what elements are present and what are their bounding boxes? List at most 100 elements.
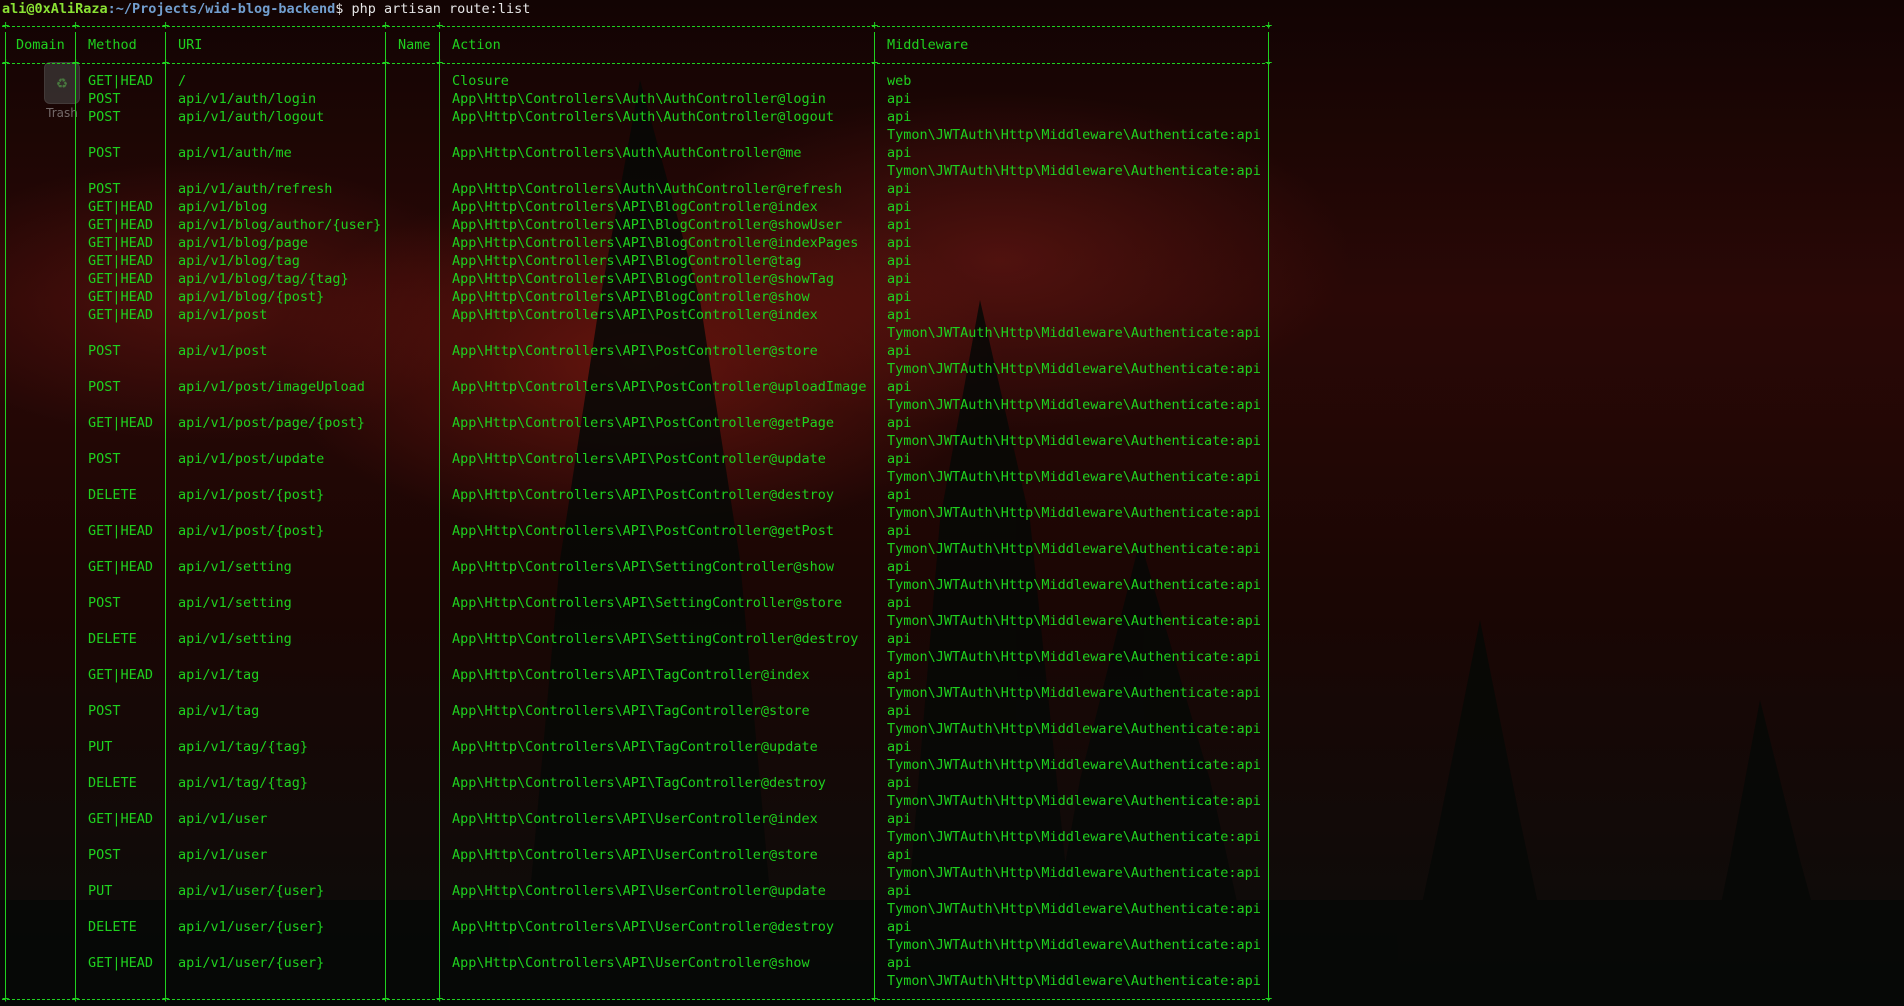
middleware-cell: api <box>887 559 912 575</box>
column-separator <box>1268 32 1269 997</box>
middleware-cell: api <box>887 271 912 287</box>
middleware-cell: api <box>887 91 912 107</box>
prompt-path: :~/Projects/wid-blog-backend <box>107 1 336 17</box>
action-cell: App\Http\Controllers\API\PostController@… <box>452 343 818 359</box>
method-cell: GET|HEAD <box>88 73 154 89</box>
action-cell: App\Http\Controllers\API\UserController@… <box>452 919 835 935</box>
middleware-cell: Tymon\JWTAuth\Http\Middleware\Authentica… <box>887 469 1261 485</box>
middleware-cell: Tymon\JWTAuth\Http\Middleware\Authentica… <box>887 685 1261 701</box>
action-cell: App\Http\Controllers\API\BlogController@… <box>452 289 810 305</box>
prompt-command: php artisan route:list <box>351 1 531 17</box>
method-cell: POST <box>88 451 121 467</box>
column-separator <box>439 32 440 997</box>
middleware-cell: Tymon\JWTAuth\Http\Middleware\Authentica… <box>887 613 1261 629</box>
action-cell: App\Http\Controllers\API\PostController@… <box>452 415 835 431</box>
action-cell: App\Http\Controllers\API\BlogController@… <box>452 253 802 269</box>
method-cell: POST <box>88 595 121 611</box>
uri-cell: api/v1/tag/{tag} <box>178 739 309 755</box>
uri-cell: api/v1/tag <box>178 703 260 719</box>
column-header-middleware: Middleware <box>887 37 969 53</box>
middleware-cell: api <box>887 523 912 539</box>
middleware-cell: api <box>887 217 912 233</box>
uri-cell: api/v1/setting <box>178 595 292 611</box>
uri-cell: api/v1/post/{post} <box>178 523 325 539</box>
uri-cell: api/v1/blog <box>178 199 268 215</box>
middleware-cell: api <box>887 667 912 683</box>
column-separator <box>874 32 875 997</box>
action-cell: App\Http\Controllers\API\SettingControll… <box>452 631 859 647</box>
table-header-border: + + + + + + + <box>2 55 1272 69</box>
uri-cell: api/v1/blog/tag <box>178 253 300 269</box>
middleware-cell: Tymon\JWTAuth\Http\Middleware\Authentica… <box>887 901 1261 917</box>
action-cell: App\Http\Controllers\Auth\AuthController… <box>452 109 835 125</box>
middleware-cell: api <box>887 289 912 305</box>
middleware-cell: api <box>887 739 912 755</box>
uri-cell: api/v1/blog/author/{user} <box>178 217 382 233</box>
middleware-cell: Tymon\JWTAuth\Http\Middleware\Authentica… <box>887 649 1261 665</box>
uri-cell: api/v1/blog/tag/{tag} <box>178 271 349 287</box>
shell-prompt: ali@0xAliRaza:~/Projects/wid-blog-backen… <box>2 0 530 18</box>
uri-cell: api/v1/setting <box>178 631 292 647</box>
action-cell: App\Http\Controllers\Auth\AuthController… <box>452 145 802 161</box>
action-cell: App\Http\Controllers\API\TagController@u… <box>452 739 818 755</box>
action-cell: App\Http\Controllers\API\PostController@… <box>452 451 826 467</box>
middleware-cell: Tymon\JWTAuth\Http\Middleware\Authentica… <box>887 325 1261 341</box>
method-cell: DELETE <box>88 487 137 503</box>
middleware-cell: api <box>887 415 912 431</box>
middleware-cell: api <box>887 631 912 647</box>
method-cell: POST <box>88 109 121 125</box>
method-cell: POST <box>88 181 121 197</box>
middleware-cell: api <box>887 235 912 251</box>
column-header-method: Method <box>88 37 137 53</box>
method-cell: GET|HEAD <box>88 199 154 215</box>
uri-cell: api/v1/user <box>178 847 268 863</box>
method-cell: PUT <box>88 883 113 899</box>
middleware-cell: web <box>887 73 912 89</box>
middleware-cell: Tymon\JWTAuth\Http\Middleware\Authentica… <box>887 127 1261 143</box>
border-corner: + <box>2 18 10 32</box>
uri-cell: api/v1/user/{user} <box>178 883 325 899</box>
method-cell: GET|HEAD <box>88 217 154 233</box>
column-separator <box>385 32 386 997</box>
action-cell: App\Http\Controllers\API\UserController@… <box>452 847 818 863</box>
method-cell: POST <box>88 343 121 359</box>
uri-cell: api/v1/post <box>178 343 268 359</box>
column-header-uri: URI <box>178 37 203 53</box>
prompt-symbol: $ <box>335 1 352 17</box>
uri-cell: api/v1/auth/refresh <box>178 181 333 197</box>
action-cell: App\Http\Controllers\API\UserController@… <box>452 883 826 899</box>
border-corner: + <box>871 18 879 32</box>
middleware-cell: api <box>887 343 912 359</box>
border-corner: + <box>162 18 170 32</box>
column-header-domain: Domain <box>16 37 65 53</box>
middleware-cell: api <box>887 451 912 467</box>
method-cell: GET|HEAD <box>88 307 154 323</box>
action-cell: App\Http\Controllers\API\BlogController@… <box>452 199 818 215</box>
table-top-border: + + + + + + + <box>2 18 1272 32</box>
uri-cell: api/v1/auth/me <box>178 145 292 161</box>
middleware-cell: api <box>887 775 912 791</box>
column-separator <box>5 32 6 997</box>
middleware-cell: api <box>887 307 912 323</box>
method-cell: GET|HEAD <box>88 559 154 575</box>
uri-cell: api/v1/post/update <box>178 451 325 467</box>
uri-cell: api/v1/user/{user} <box>178 955 325 971</box>
method-cell: GET|HEAD <box>88 523 154 539</box>
uri-cell: api/v1/tag <box>178 667 260 683</box>
method-cell: DELETE <box>88 919 137 935</box>
middleware-cell: Tymon\JWTAuth\Http\Middleware\Authentica… <box>887 721 1261 737</box>
uri-cell: api/v1/post <box>178 307 268 323</box>
middleware-cell: Tymon\JWTAuth\Http\Middleware\Authentica… <box>887 577 1261 593</box>
method-cell: DELETE <box>88 631 137 647</box>
action-cell: App\Http\Controllers\Auth\AuthController… <box>452 91 826 107</box>
middleware-cell: Tymon\JWTAuth\Http\Middleware\Authentica… <box>887 973 1261 989</box>
method-cell: GET|HEAD <box>88 667 154 683</box>
terminal-window[interactable]: ali@0xAliRaza:~/Projects/wid-blog-backen… <box>0 0 1904 1006</box>
action-cell: App\Http\Controllers\API\TagController@s… <box>452 703 810 719</box>
method-cell: GET|HEAD <box>88 415 154 431</box>
uri-cell: api/v1/blog/page <box>178 235 309 251</box>
middleware-cell: api <box>887 595 912 611</box>
column-header-action: Action <box>452 37 501 53</box>
method-cell: POST <box>88 703 121 719</box>
method-cell: GET|HEAD <box>88 955 154 971</box>
